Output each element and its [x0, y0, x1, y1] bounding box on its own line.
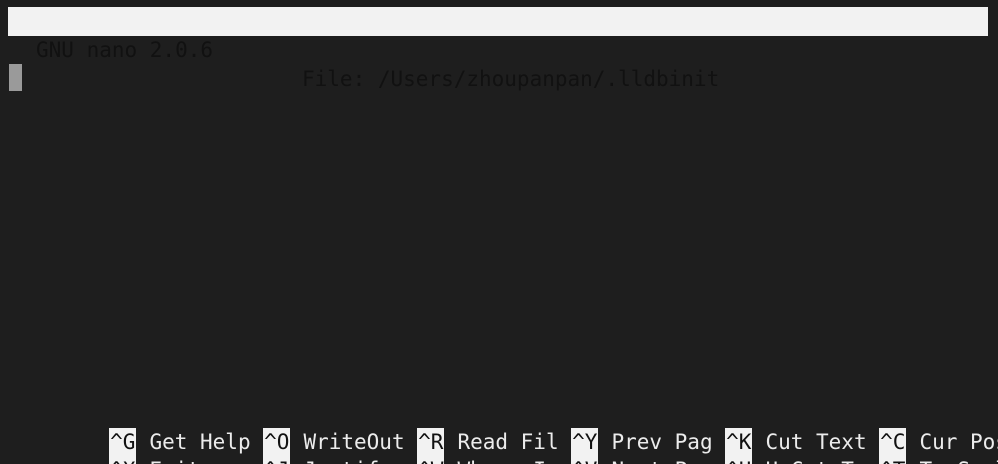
shortcut-key: ^X: [109, 456, 137, 464]
shortcut-row-1: ^G Get Help ^O WriteOut ^R Read Fil ^Y Prev …: [8, 400, 998, 456]
shortcut-to-spell[interactable]: ^TTo Spell: [778, 428, 998, 464]
shortcut-bar: ^G Get Help ^O WriteOut ^R Read Fil ^Y Prev …: [8, 400, 998, 464]
app-version-label: GNU nano 2.0.6: [36, 38, 214, 62]
shortcut-row-2: ^XExit ^JJustify ^WWhere Is ^VNext Pag ^…: [8, 428, 998, 464]
shortcut-key: ^U: [725, 456, 753, 464]
shortcut-cur-pos[interactable]: ^CCur Pos: [778, 400, 998, 456]
editor-text-area[interactable]: [8, 64, 988, 384]
shortcut-key: ^J: [263, 456, 291, 464]
text-cursor: [9, 64, 22, 91]
nano-title-bar: GNU nano 2.0.6 File: /Users/zhoupanpan/.…: [8, 7, 988, 91]
shortcut-key: ^V: [571, 456, 599, 464]
shortcut-key: ^T: [879, 456, 907, 464]
shortcut-label: To Spell: [906, 456, 998, 464]
shortcut-key: ^W: [417, 456, 445, 464]
terminal-window: GNU nano 2.0.6 File: /Users/zhoupanpan/.…: [0, 0, 998, 464]
